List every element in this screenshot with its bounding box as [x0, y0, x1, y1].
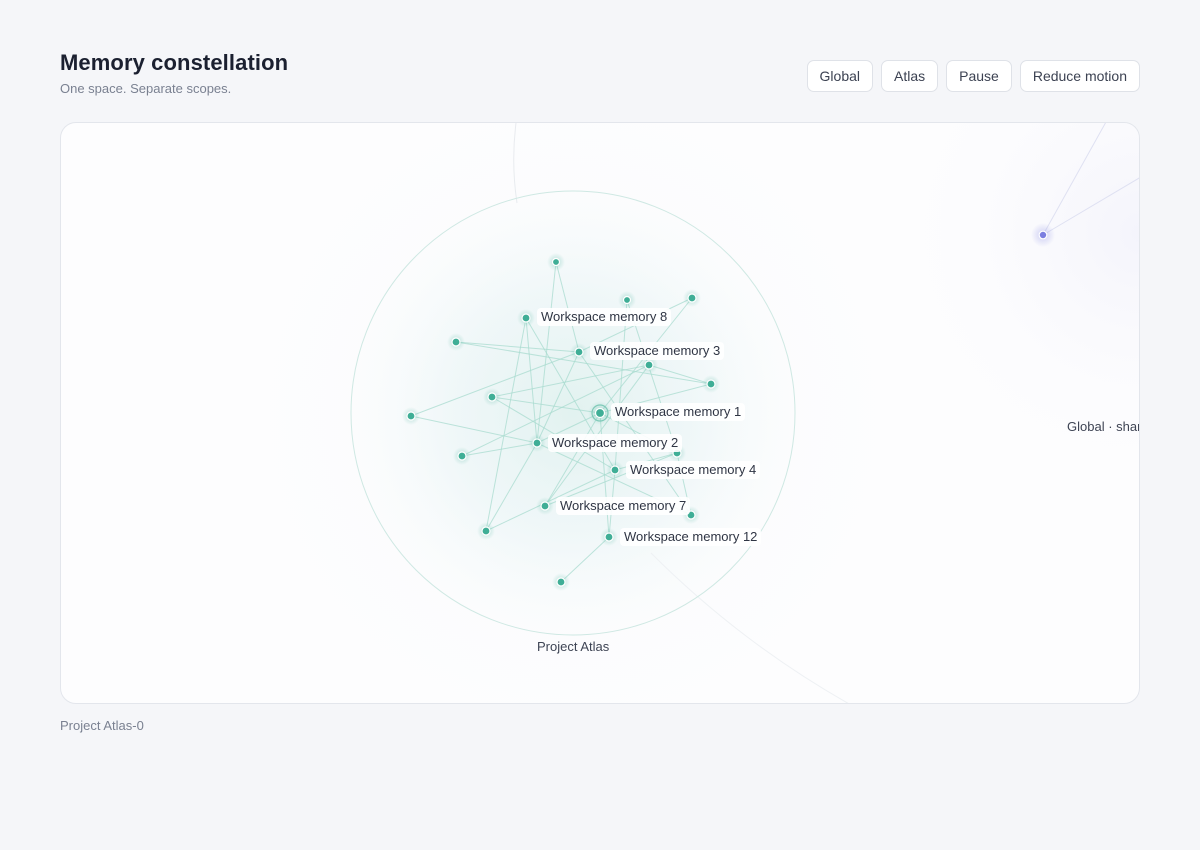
atlas-button[interactable]: Atlas	[881, 60, 939, 92]
memory-node-8[interactable]	[517, 309, 535, 327]
memory-label-7[interactable]: Workspace memory 7	[556, 497, 691, 515]
toolbar: Global Atlas Pause Reduce motion	[806, 60, 1140, 92]
memory-node-2[interactable]	[528, 434, 546, 452]
status-text: Project Atlas-0	[60, 718, 144, 733]
memory-node[interactable]	[402, 407, 420, 425]
memory-label-1[interactable]: Workspace memory 1	[611, 403, 746, 421]
page-title: Memory constellation	[60, 50, 289, 75]
page-subtitle: One space. Separate scopes.	[60, 81, 232, 96]
memory-node[interactable]	[483, 388, 501, 406]
constellation-graph[interactable]	[61, 123, 1140, 704]
memory-node-7[interactable]	[536, 497, 554, 515]
memory-label-8[interactable]: Workspace memory 8	[537, 308, 672, 326]
memory-node[interactable]	[702, 375, 720, 393]
memory-node[interactable]	[683, 289, 701, 307]
memory-node-4[interactable]	[606, 461, 624, 479]
reduce-motion-button[interactable]: Reduce motion	[1019, 60, 1140, 92]
cluster-label-global: Global · shar	[1067, 419, 1140, 434]
memory-node[interactable]	[618, 291, 636, 309]
memory-node-3[interactable]	[570, 343, 588, 361]
memory-label-12[interactable]: Workspace memory 12	[620, 528, 762, 546]
memory-node[interactable]	[547, 253, 565, 271]
global-button[interactable]: Global	[806, 60, 873, 92]
memory-node[interactable]	[453, 447, 471, 465]
memory-node-12[interactable]	[600, 528, 618, 546]
memory-label-3[interactable]: Workspace memory 3	[590, 342, 725, 360]
memory-node[interactable]	[552, 573, 570, 591]
memory-label-4[interactable]: Workspace memory 4	[626, 461, 761, 479]
header: Memory constellation One space. Separate…	[60, 48, 1140, 98]
cluster-label-project-atlas: Project Atlas	[537, 639, 610, 654]
constellation-canvas[interactable]: Workspace memory 8 Workspace memory 3 Wo…	[60, 122, 1140, 704]
memory-label-2[interactable]: Workspace memory 2	[548, 434, 683, 452]
pause-button[interactable]: Pause	[946, 60, 1012, 92]
memory-node-1[interactable]	[588, 401, 612, 425]
memory-node[interactable]	[477, 522, 495, 540]
memory-node[interactable]	[447, 333, 465, 351]
global-memory-node[interactable]	[1031, 223, 1055, 247]
